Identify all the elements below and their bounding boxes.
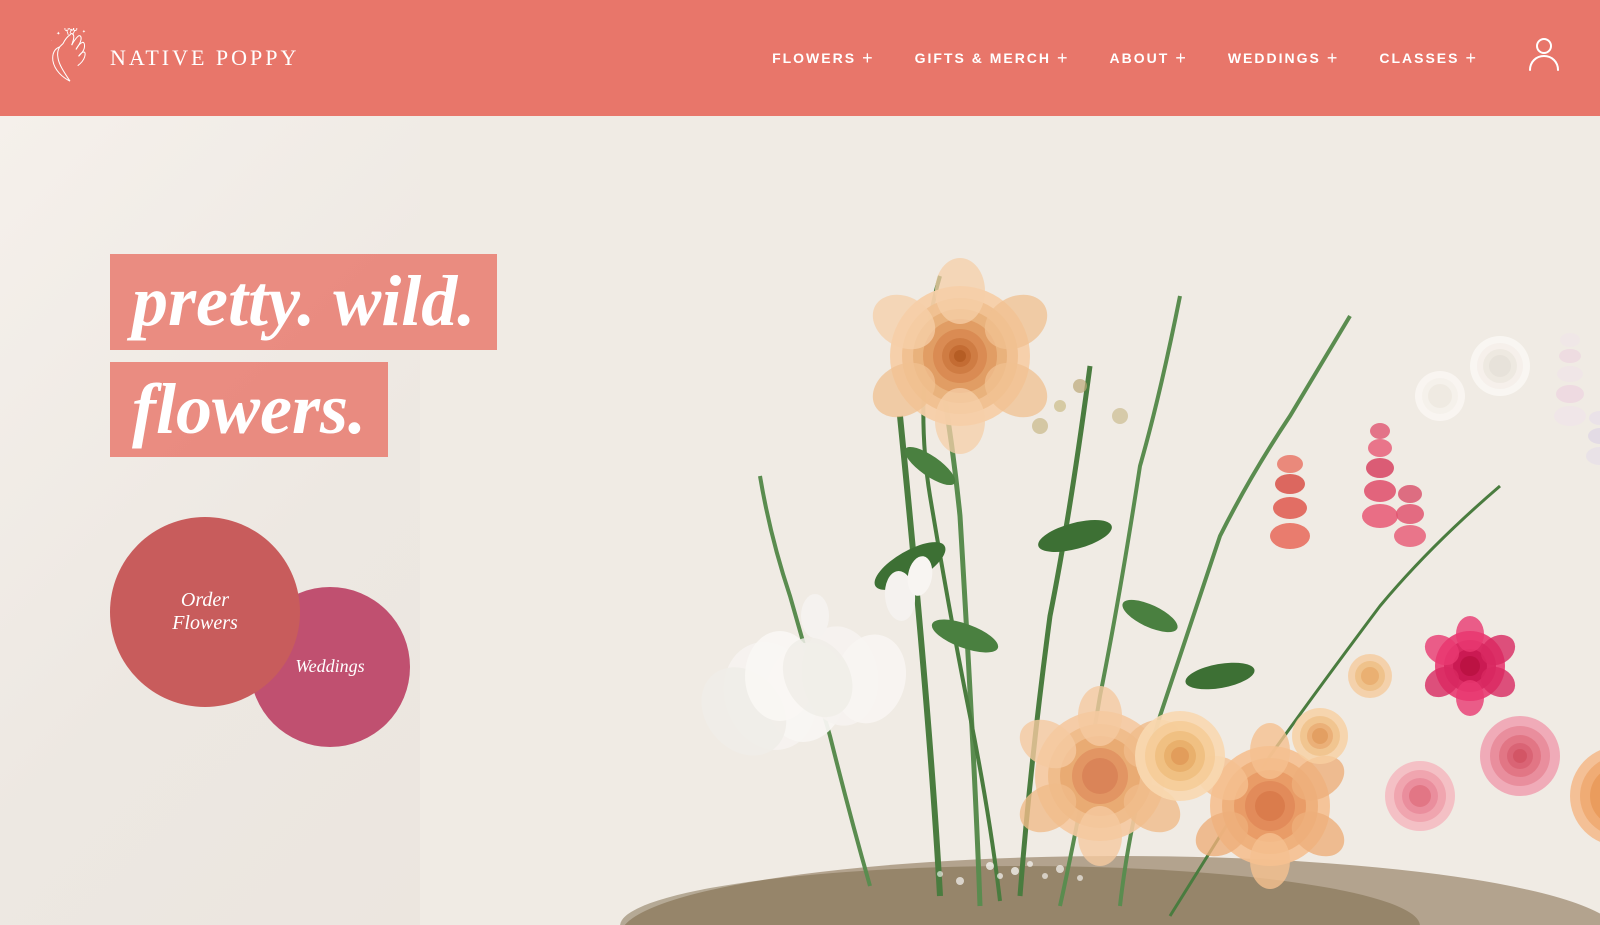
tagline-line-1: pretty. wild.	[110, 254, 497, 349]
nav-plus-about: +	[1175, 49, 1188, 67]
hero-buttons: OrderFlowers Weddings	[110, 537, 560, 787]
nav-plus-gifts: +	[1057, 49, 1070, 67]
logo-text: NATIVE POPPY	[110, 45, 299, 71]
order-flowers-label: OrderFlowers	[172, 589, 238, 635]
nav-item-weddings[interactable]: WEDDINGS +	[1228, 49, 1340, 67]
tagline-line-2: flowers.	[110, 362, 388, 457]
nav-plus-classes: +	[1465, 49, 1478, 67]
logo[interactable]: ✦ ✦ · NATIVE POPPY	[40, 28, 299, 88]
site-header: ✦ ✦ · NATIVE POPPY FLOWERS + GIFTS & MER…	[0, 0, 1600, 116]
hero-section: pretty. wild. flowers. OrderFlowers Wedd…	[0, 116, 1600, 925]
nav-label-weddings: WEDDINGS	[1228, 50, 1321, 66]
svg-text:✦: ✦	[82, 29, 86, 34]
svg-text:·: ·	[51, 39, 52, 43]
nav-label-classes: CLASSES	[1379, 50, 1459, 66]
weddings-label: Weddings	[295, 656, 364, 677]
svg-text:✦: ✦	[56, 31, 60, 37]
account-icon[interactable]	[1528, 36, 1560, 80]
hero-tagline: pretty. wild. flowers.	[110, 254, 1600, 456]
nav-item-gifts[interactable]: GIFTS & MERCH +	[915, 49, 1070, 67]
nav-item-flowers[interactable]: FLOWERS +	[772, 49, 875, 67]
nav-plus-weddings: +	[1327, 49, 1340, 67]
logo-icon: ✦ ✦ ·	[40, 28, 100, 88]
nav-label-about: ABOUT	[1110, 50, 1170, 66]
nav-plus-flowers: +	[862, 49, 875, 67]
nav-label-flowers: FLOWERS	[772, 50, 856, 66]
hero-content: pretty. wild. flowers. OrderFlowers Wedd…	[0, 116, 1600, 925]
order-flowers-button[interactable]: OrderFlowers	[110, 517, 300, 707]
nav-label-gifts: GIFTS & MERCH	[915, 50, 1051, 66]
nav-item-classes[interactable]: CLASSES +	[1379, 49, 1478, 67]
nav-item-about[interactable]: ABOUT +	[1110, 49, 1188, 67]
main-nav: FLOWERS + GIFTS & MERCH + ABOUT + WEDDIN…	[772, 36, 1560, 80]
